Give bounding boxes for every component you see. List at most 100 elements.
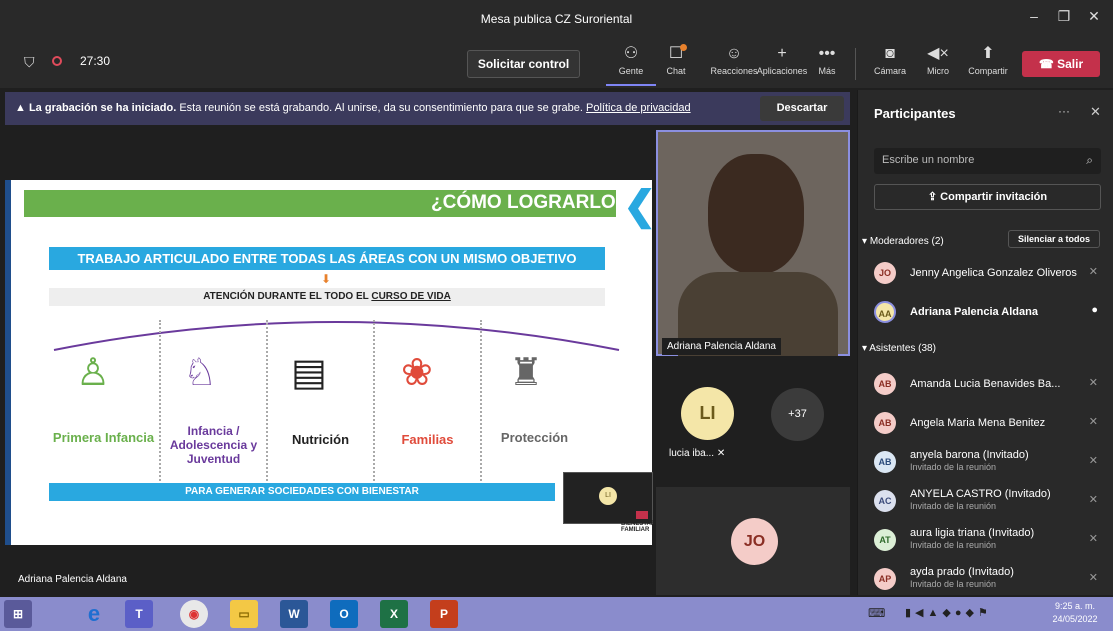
participants-panel: Participantes ··· ✕ Escribe un nombre ⌕ … xyxy=(857,90,1113,595)
meeting-toolbar: ⛉ 27:30 Solicitar control ⚇ Gente ☐ Chat ☺… xyxy=(0,40,1113,88)
mic-muted-icon: ✕ xyxy=(716,448,726,459)
camera-off-icon: ◙ xyxy=(885,45,895,62)
window-title: Mesa publica CZ Suroriental xyxy=(480,12,633,26)
overflow-participants[interactable]: +37 xyxy=(771,388,824,441)
minimize-icon[interactable]: – xyxy=(1022,8,1046,30)
windows-taskbar: ⊞ e T ◉ ▭ W O X P ⌨ ▮◀▲◆●◆⚑ 9:25 a. m. 24… xyxy=(0,597,1113,631)
meeting-timer: 27:30 xyxy=(80,54,111,68)
baby-icon: ♙ xyxy=(76,352,111,394)
tile-avatar-jo: JO xyxy=(731,518,778,565)
slide-banner-2: ATENCIÓN DURANTE EL TODO EL CURSO DE VID… xyxy=(49,288,605,306)
mini-meeting-window: LI xyxy=(563,472,653,524)
panel-close-icon[interactable]: ✕ xyxy=(1090,104,1101,120)
participant-row[interactable]: AA Adriana Palencia Aldana ● xyxy=(864,295,1108,331)
item-familias: Familias xyxy=(401,432,454,447)
edge-icon[interactable]: e xyxy=(80,600,108,628)
chat-button[interactable]: ☐ Chat xyxy=(650,44,702,84)
participant-row[interactable]: AB anyela barona (Invitado) Invitado de … xyxy=(864,445,1108,481)
participant-row[interactable]: AT aura ligia triana (Invitado) Invitado… xyxy=(864,523,1108,559)
item-infancia: Infancia / Adolescencia y Juventud xyxy=(169,424,258,466)
chat-notification-dot xyxy=(680,44,687,51)
request-control-button[interactable]: Solicitar control xyxy=(467,50,580,78)
title-bar: Mesa publica CZ Suroriental – ❐ ✕ xyxy=(0,0,1113,40)
slide-banner-1: TRABAJO ARTICULADO ENTRE TODAS LAS ÁREAS… xyxy=(49,247,605,270)
clock[interactable]: 9:25 a. m. 24/05/2022 xyxy=(1042,600,1108,626)
tile-name-li: lucia iba... ✕ xyxy=(669,448,726,459)
participant-row[interactable]: AC ANYELA CASTRO (Invitado) Invitado de … xyxy=(864,484,1108,520)
participant-row[interactable]: AP ayda prado (Invitado) Invitado de la … xyxy=(864,562,1108,598)
more-icon: ••• xyxy=(818,45,836,62)
panel-more-icon[interactable]: ··· xyxy=(1058,104,1070,118)
maximize-icon[interactable]: ❐ xyxy=(1052,8,1076,30)
word-icon[interactable]: W xyxy=(280,600,308,628)
participant-row[interactable]: AB Angela Maria Mena Benitez ✕ xyxy=(864,406,1108,442)
tray-icons[interactable]: ▮◀▲◆●◆⚑ xyxy=(905,606,992,619)
participant-row[interactable]: JO Jenny Angelica Gonzalez Oliveros ✕ xyxy=(864,256,1108,292)
chat-icon: ☐ xyxy=(668,45,684,62)
speaker-name-label: Adriana Palencia Aldana xyxy=(662,338,781,355)
mic-muted-icon: ✕ xyxy=(1088,455,1098,467)
toolbar-divider xyxy=(855,48,856,80)
slide-title: ¿CÓMO LOGRARLO? xyxy=(431,192,628,213)
mini-avatar: LI xyxy=(599,487,617,505)
warning-icon: ▲ xyxy=(15,102,29,114)
start-icon[interactable]: ⊞ xyxy=(4,600,32,628)
moderators-header[interactable]: ▾ Moderadores (2) xyxy=(862,236,944,247)
chevron-down-icon: ▾ xyxy=(862,236,870,247)
slide-arc xyxy=(53,321,620,351)
mic-button[interactable]: ◀× Micro xyxy=(916,44,960,84)
mute-all-button[interactable]: Silenciar a todos xyxy=(1008,230,1100,248)
item-proteccion: Protección xyxy=(500,430,569,445)
close-icon[interactable]: ✕ xyxy=(1082,8,1106,30)
logo-text: BIENESTAR FAMILIAR xyxy=(621,521,656,533)
divider-3 xyxy=(373,320,375,485)
participant-row[interactable]: AB Amanda Lucia Benavides Ba... ✕ xyxy=(864,367,1108,403)
mic-muted-icon: ✕ xyxy=(1088,533,1098,545)
shield-icon: ⛉ xyxy=(24,54,35,70)
panel-title: Participantes xyxy=(874,106,956,121)
speaker-video[interactable]: Adriana Palencia Aldana xyxy=(656,130,850,356)
down-arrow-icon: ⬇ xyxy=(321,272,332,286)
chrome-icon[interactable]: ◉ xyxy=(180,600,208,628)
item-nutricion: Nutrición xyxy=(291,432,350,447)
participant-search-input[interactable]: Escribe un nombre ⌕ xyxy=(874,148,1101,174)
dismiss-button[interactable]: Descartar xyxy=(760,96,844,121)
share-icon: ⬆ xyxy=(981,45,995,62)
shared-slide: ¿CÓMO LOGRARLO? ❮ TRABAJO ARTICULADO ENT… xyxy=(5,180,657,545)
leave-button[interactable]: ☎ Salir xyxy=(1022,51,1100,77)
mic-off-icon: ◀× xyxy=(927,45,949,62)
recording-banner: ▲ La grabación se ha iniciado. Esta reun… xyxy=(5,92,850,125)
share-invite-button[interactable]: ⇪ Compartir invitación xyxy=(874,184,1101,210)
hangup-icon: ☎ xyxy=(1038,57,1058,71)
outlook-icon[interactable]: O xyxy=(330,600,358,628)
item-primera-infancia: Primera Infancia xyxy=(52,430,155,445)
chevron-logo-icon: ❮ xyxy=(623,184,657,228)
share-button[interactable]: ⬆ Compartir xyxy=(962,44,1014,84)
keyboard-icon[interactable]: ⌨ xyxy=(868,606,885,620)
explorer-icon[interactable]: ▭ xyxy=(230,600,258,628)
mic-muted-icon: ✕ xyxy=(1088,416,1098,428)
slide-footer: PARA GENERAR SOCIEDADES CON BIENESTAR xyxy=(49,483,555,501)
tile-avatar-li[interactable]: LI xyxy=(681,387,734,440)
more-button[interactable]: ••• Más xyxy=(804,44,850,84)
mic-muted-icon: ✕ xyxy=(1088,266,1098,278)
excel-icon[interactable]: X xyxy=(380,600,408,628)
teams-icon[interactable]: T xyxy=(125,600,153,628)
nutrition-icon: ▤ xyxy=(291,352,327,394)
mic-icon: ● xyxy=(1091,304,1098,316)
protection-icon: ♜ xyxy=(509,352,544,394)
share-link-icon: ⇪ xyxy=(927,191,941,203)
attendees-header[interactable]: ▾ Asistentes (38) xyxy=(862,343,936,354)
tile-jo[interactable]: JO xyxy=(656,487,850,595)
apps-button[interactable]: + Aplicaciones xyxy=(754,44,810,84)
mic-muted-icon: ✕ xyxy=(1088,494,1098,506)
speaker-face xyxy=(708,154,804,274)
mini-hangup-icon xyxy=(636,511,648,519)
presenter-label: Adriana Palencia Aldana xyxy=(12,570,133,589)
powerpoint-icon[interactable]: P xyxy=(430,600,458,628)
camera-button[interactable]: ◙ Cámara xyxy=(868,44,912,84)
family-icon: ❀ xyxy=(401,352,433,394)
privacy-link[interactable]: Política de privacidad xyxy=(586,102,691,114)
divider-4 xyxy=(480,320,482,485)
divider-2 xyxy=(266,320,268,485)
